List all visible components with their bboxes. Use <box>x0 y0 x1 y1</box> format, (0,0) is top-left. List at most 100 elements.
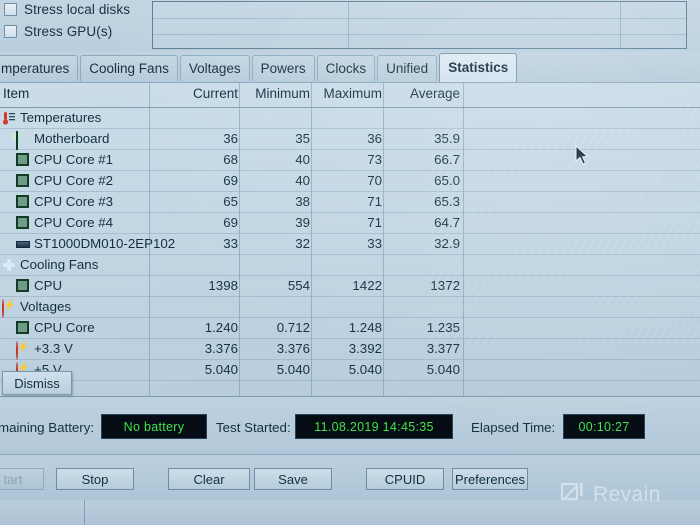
cpu-core-icon <box>16 279 29 292</box>
motherboard-icon <box>16 131 18 150</box>
row-minimum: 38 <box>295 194 310 209</box>
row-minimum: 554 <box>287 278 310 293</box>
cpuid-button[interactable]: CPUID <box>366 468 444 490</box>
row-label: Cooling Fans <box>20 257 99 272</box>
column-header-average[interactable]: Average <box>384 86 460 101</box>
statistics-table[interactable]: Item Current Minimum Maximum Average Tem… <box>0 83 700 397</box>
elapsed-time-value: 00:10:27 <box>563 414 645 439</box>
table-row[interactable]: CPU Core #4 69 39 71 64.7 <box>0 213 700 234</box>
row-current: 1398 <box>208 278 238 293</box>
status-bar: maining Battery: No battery Test Started… <box>0 397 700 455</box>
row-average: 35.9 <box>434 131 460 146</box>
row-maximum: 5.040 <box>348 362 382 377</box>
row-current: 69 <box>223 215 238 230</box>
row-maximum: 73 <box>367 152 382 167</box>
row-average: 65.3 <box>434 194 460 209</box>
table-row[interactable]: CPU Core 1.240 0.712 1.248 1.235 <box>0 318 700 339</box>
start-button[interactable]: tart <box>0 468 44 490</box>
table-body: Temperatures Motherboard 36 35 36 35.9 CPU Cor… <box>0 108 700 381</box>
test-started-value: 11.08.2019 14:45:35 <box>295 414 453 439</box>
row-maximum: 70 <box>367 173 382 188</box>
stop-button[interactable]: Stop <box>56 468 134 490</box>
list-row-divider <box>153 34 686 35</box>
elapsed-time-label: Elapsed Time: <box>471 420 556 435</box>
row-label: CPU Core <box>34 320 95 335</box>
row-label: Temperatures <box>20 110 102 125</box>
row-minimum: 39 <box>295 215 310 230</box>
tab-voltages[interactable]: Voltages <box>179 55 250 81</box>
tab-powers[interactable]: Powers <box>251 55 315 81</box>
row-minimum: 0.712 <box>276 320 310 335</box>
row-maximum: 71 <box>367 194 382 209</box>
column-header-item[interactable]: Item <box>3 86 29 101</box>
tab-clocks[interactable]: Clocks <box>316 55 376 81</box>
table-row[interactable]: CPU 1398 554 1422 1372 <box>0 276 700 297</box>
tab-statistics[interactable]: Statistics <box>439 53 518 82</box>
tab-unified[interactable]: Unified <box>377 55 438 81</box>
table-group-row[interactable]: Voltages <box>0 297 700 318</box>
table-group-row[interactable]: Cooling Fans <box>0 255 700 276</box>
cpu-core-icon <box>16 321 29 334</box>
row-label: CPU Core #1 <box>34 152 114 167</box>
table-row[interactable]: CPU Core #2 69 40 70 65.0 <box>0 171 700 192</box>
list-column-divider <box>620 2 621 48</box>
table-row[interactable]: +5 V5.0405.0405.0405.040 <box>0 360 700 381</box>
cpu-core-icon <box>16 174 29 187</box>
row-current: 1.240 <box>204 320 238 335</box>
table-group-row[interactable]: Temperatures <box>0 108 700 129</box>
options-strip: Stress local disks Stress GPU(s) <box>0 0 700 52</box>
row-maximum: 1.248 <box>348 320 382 335</box>
cpu-core-icon <box>16 153 29 166</box>
voltage-bolt-icon <box>16 341 18 360</box>
row-average: 3.377 <box>426 341 460 356</box>
checkbox-box-icon[interactable] <box>4 3 17 16</box>
row-average: 66.7 <box>434 152 460 167</box>
row-label: CPU Core #4 <box>34 215 114 230</box>
device-list-panel[interactable] <box>152 1 687 49</box>
row-label: CPU Core #2 <box>34 173 114 188</box>
preferences-button[interactable]: Preferences <box>452 468 528 490</box>
list-column-divider <box>348 2 349 48</box>
tab-bar: mperatures Cooling Fans Voltages Powers … <box>0 52 700 83</box>
table-row[interactable]: +3.3 V 3.376 3.376 3.392 3.377 <box>0 339 700 360</box>
table-row[interactable]: CPU Core #1 68 40 73 66.7 <box>0 150 700 171</box>
row-label: CPU <box>34 278 63 293</box>
table-row[interactable]: ST1000DM010-2EP102 33 32 33 32.9 <box>0 234 700 255</box>
checkbox-box-icon[interactable] <box>4 25 17 38</box>
row-current: 65 <box>223 194 238 209</box>
row-current: 3.376 <box>204 341 238 356</box>
row-maximum: 71 <box>367 215 382 230</box>
checkbox-stress-gpus[interactable]: Stress GPU(s) <box>4 24 112 39</box>
mouse-cursor-icon <box>575 145 589 165</box>
cpu-core-icon <box>16 216 29 229</box>
harddisk-icon <box>16 241 30 248</box>
row-minimum: 32 <box>295 236 310 251</box>
row-average: 1372 <box>430 278 460 293</box>
dismiss-button[interactable]: Dismiss <box>2 371 72 395</box>
row-average: 1.235 <box>426 320 460 335</box>
row-label: Motherboard <box>34 131 110 146</box>
row-minimum: 5.040 <box>276 362 310 377</box>
column-header-maximum[interactable]: Maximum <box>312 86 382 101</box>
column-header-current[interactable]: Current <box>150 86 238 101</box>
table-row[interactable]: Motherboard 36 35 36 35.9 <box>0 129 700 150</box>
row-label: +3.3 V <box>34 341 73 356</box>
row-label: Voltages <box>20 299 72 314</box>
revain-logo-icon <box>560 482 583 501</box>
checkbox-label: Stress local disks <box>24 2 131 17</box>
row-average: 65.0 <box>434 173 460 188</box>
table-row[interactable]: CPU Core #3 65 38 71 65.3 <box>0 192 700 213</box>
row-current: 69 <box>223 173 238 188</box>
tab-cooling-fans[interactable]: Cooling Fans <box>80 55 178 81</box>
row-maximum: 36 <box>367 131 382 146</box>
clear-button[interactable]: Clear <box>168 468 250 490</box>
desktop-edge-line <box>84 500 85 525</box>
row-current: 5.040 <box>204 362 238 377</box>
tab-temperatures[interactable]: mperatures <box>0 55 79 81</box>
save-button[interactable]: Save <box>254 468 332 490</box>
list-row-divider <box>153 18 686 19</box>
test-started-label: Test Started: <box>216 420 291 435</box>
checkbox-stress-local-disks[interactable]: Stress local disks <box>4 2 130 17</box>
column-header-minimum[interactable]: Minimum <box>240 86 310 101</box>
row-average: 5.040 <box>426 362 460 377</box>
